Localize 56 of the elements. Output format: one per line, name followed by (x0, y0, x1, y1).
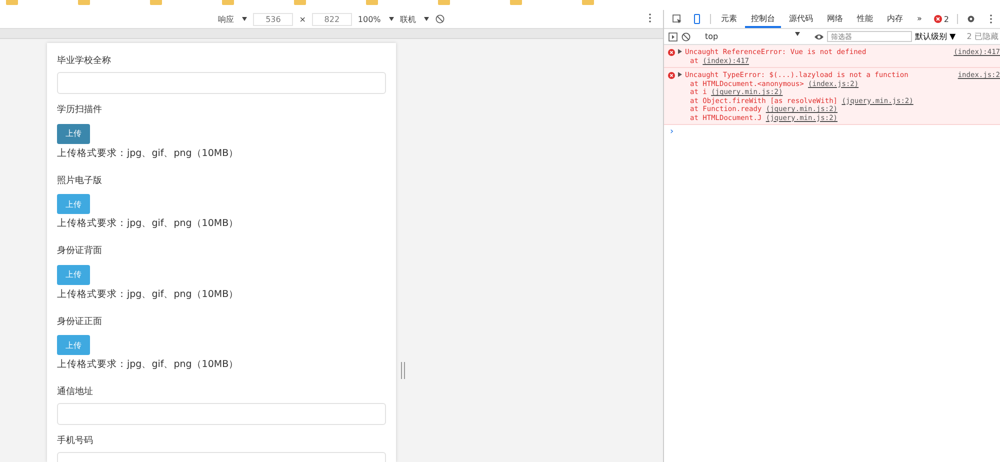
folder-icon[interactable] (366, 0, 378, 5)
device-icon[interactable] (692, 14, 702, 24)
devtools-tab[interactable]: 内存 (881, 10, 909, 28)
console-prompt[interactable]: › (664, 125, 1000, 139)
context-dropdown[interactable]: top (705, 32, 718, 41)
clear-icon[interactable] (681, 32, 691, 42)
levels-dropdown[interactable]: 默认级别 ▼ (915, 31, 956, 42)
folder-icon[interactable] (510, 0, 522, 5)
caret-icon (795, 32, 800, 36)
upload-button[interactable]: 上传 (57, 124, 90, 144)
more-tabs-button[interactable]: » (911, 10, 928, 28)
devtools-tab[interactable]: 控制台 (745, 10, 781, 28)
folder-icon[interactable] (294, 0, 306, 5)
caret-icon (242, 17, 248, 21)
input-field[interactable] (57, 72, 386, 94)
field-label: 身份证正面 (57, 316, 103, 328)
format-hint: 上传格式要求：jpg、gif、png（10MB） (57, 359, 240, 371)
format-hint: 上传格式要求：jpg、gif、png（10MB） (57, 288, 240, 300)
devtools-tab[interactable]: 源代码 (783, 10, 819, 28)
field-label: 学历扫描件 (57, 104, 103, 116)
inspect-icon[interactable] (672, 14, 682, 24)
field-label: 照片电子版 (57, 174, 103, 186)
folder-icon[interactable] (438, 0, 450, 5)
network-dropdown[interactable]: 联机 (400, 14, 416, 24)
folder-icon[interactable] (582, 0, 594, 5)
hidden-count: 2 已隐藏 (966, 31, 998, 42)
format-hint: 上传格式要求：jpg、gif、png（10MB） (57, 218, 240, 230)
resize-handle[interactable] (401, 362, 405, 378)
folder-icon[interactable] (78, 0, 90, 5)
expand-triangle-icon[interactable] (678, 49, 682, 54)
error-count[interactable]: 2 (944, 14, 949, 24)
field-label: 身份证背面 (57, 245, 103, 257)
eye-icon[interactable] (814, 32, 824, 42)
error-icon (668, 72, 675, 79)
input-field[interactable] (57, 403, 386, 425)
devtools-tab[interactable]: 元素 (715, 10, 743, 28)
field-label: 毕业学校全称 (57, 55, 112, 67)
folder-icon[interactable] (150, 0, 162, 5)
field-label: 手机号码 (57, 435, 94, 447)
device-mode-dropdown[interactable]: 响应 (218, 14, 234, 24)
field-label: 通信地址 (57, 386, 94, 398)
height-field[interactable]: 822 (312, 12, 352, 26)
caret-icon (424, 17, 429, 21)
devtools-tab[interactable]: 性能 (851, 10, 879, 28)
format-hint: 上传格式要求：jpg、gif、png（10MB） (57, 148, 240, 160)
folder-icon[interactable] (222, 0, 234, 5)
error-icon (934, 15, 942, 23)
caret-icon (388, 17, 394, 21)
folder-icon[interactable] (6, 0, 18, 5)
zoom-dropdown[interactable]: 100% (358, 14, 381, 24)
sidebar-icon[interactable] (668, 32, 678, 42)
devtools-tab[interactable]: 网络 (821, 10, 849, 28)
expand-triangle-icon[interactable] (678, 72, 682, 77)
error-icon (668, 49, 675, 56)
width-field[interactable]: 536 (253, 12, 294, 26)
dimension-separator: × (299, 14, 306, 24)
